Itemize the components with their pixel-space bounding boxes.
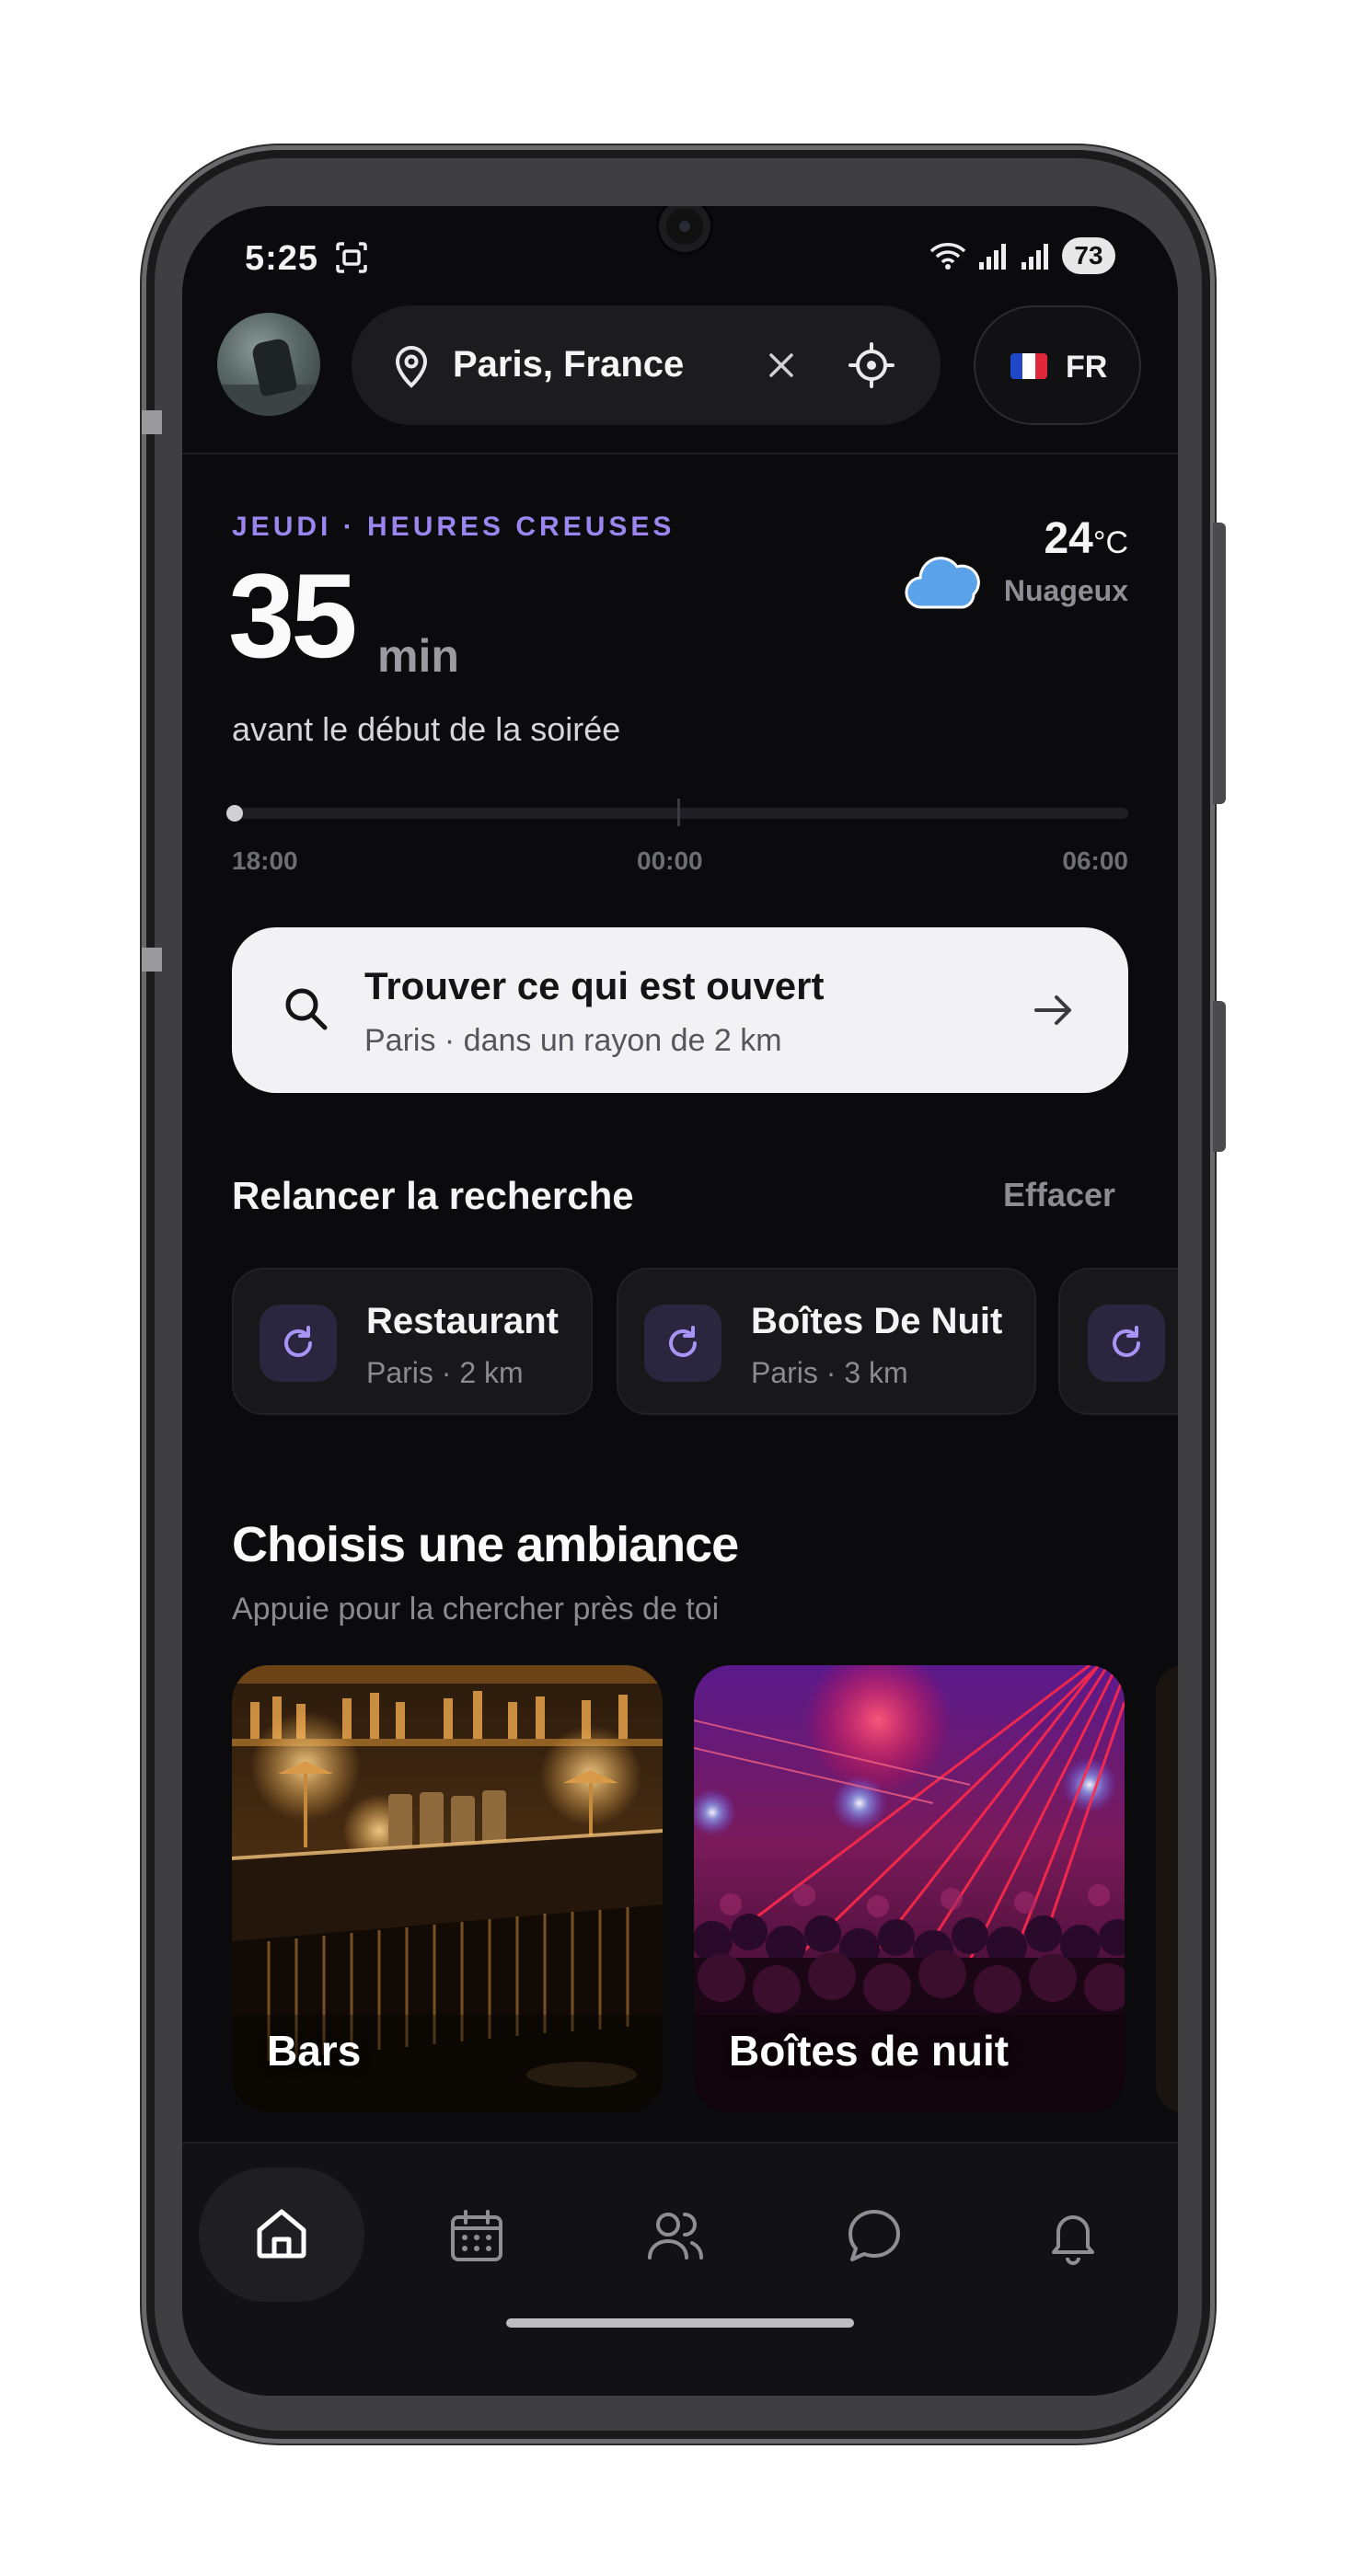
bottom-navigation bbox=[182, 2142, 1178, 2396]
timeline-midnight-tick bbox=[677, 799, 680, 826]
gesture-home-bar[interactable] bbox=[506, 2318, 854, 2328]
arrow-right-icon bbox=[1034, 995, 1071, 1025]
countdown-value: 35 bbox=[228, 548, 358, 683]
location-pin-icon bbox=[395, 346, 428, 388]
cloud-icon bbox=[905, 557, 980, 609]
location-text[interactable]: Paris, France bbox=[453, 344, 684, 385]
ambiance-subtitle: Appuie pour la chercher près de toi bbox=[232, 1592, 720, 1627]
search-icon bbox=[285, 988, 328, 1030]
crosshair-icon[interactable] bbox=[848, 342, 895, 388]
bell-icon[interactable] bbox=[1044, 2206, 1102, 2265]
signal-icon bbox=[979, 244, 1006, 270]
chip-subtitle: Paris · 3 km bbox=[751, 1356, 908, 1389]
header-divider bbox=[182, 453, 1178, 454]
ambiance-card-partial[interactable] bbox=[1156, 1665, 1178, 2112]
recent-search-chip[interactable]: Boîtes De Nuit Paris · 3 km bbox=[617, 1268, 1036, 1415]
avatar[interactable] bbox=[217, 313, 320, 416]
chip-subtitle: Paris · 2 km bbox=[366, 1356, 524, 1389]
find-open-places-button[interactable]: Trouver ce qui est ouvert Paris · dans u… bbox=[232, 927, 1128, 1093]
screenshot-icon bbox=[336, 242, 367, 273]
refresh-icon bbox=[260, 1305, 337, 1382]
app-screen: 5:25 73 Paris, France FR JEUDI · HEURES … bbox=[182, 206, 1178, 2396]
language-selector[interactable]: FR bbox=[974, 305, 1141, 425]
ambiance-card-bars[interactable]: Bars bbox=[232, 1665, 663, 2112]
timeline-progress-dot bbox=[226, 805, 243, 822]
language-label: FR bbox=[1066, 350, 1108, 385]
timeline-label-end: 06:00 bbox=[1062, 846, 1128, 875]
close-icon[interactable] bbox=[764, 348, 799, 383]
home-icon bbox=[257, 2209, 306, 2259]
phone-side-button bbox=[1213, 1001, 1226, 1152]
status-time: 5:25 bbox=[245, 239, 319, 278]
ambiance-card-nightclubs[interactable]: Boîtes de nuit bbox=[694, 1665, 1125, 2112]
phone-antenna-band bbox=[142, 410, 162, 434]
refresh-icon bbox=[644, 1305, 721, 1382]
countdown-unit: min bbox=[377, 630, 459, 682]
find-subtitle: Paris · dans un rayon de 2 km bbox=[364, 1023, 782, 1058]
weather-condition: Nuageux bbox=[1003, 574, 1128, 607]
calendar-icon[interactable] bbox=[447, 2206, 506, 2265]
chip-title: Restaurant bbox=[366, 1301, 559, 1341]
card-label: Boîtes de nuit bbox=[729, 2027, 1010, 2075]
refresh-icon bbox=[1088, 1305, 1165, 1382]
recent-search-chip[interactable] bbox=[1058, 1268, 1178, 1415]
card-label: Bars bbox=[267, 2027, 362, 2075]
countdown-subtitle: avant le début de la soirée bbox=[232, 710, 621, 748]
temperature: 24°C bbox=[1044, 513, 1128, 564]
location-search-bar[interactable]: Paris, France bbox=[352, 305, 941, 425]
day-period-label: JEUDI · HEURES CREUSES bbox=[232, 512, 675, 542]
timeline-label-start: 18:00 bbox=[232, 846, 298, 875]
wifi-icon bbox=[929, 243, 966, 270]
evening-timeline bbox=[226, 799, 1128, 826]
recent-search-chip[interactable]: Restaurant Paris · 2 km bbox=[232, 1268, 593, 1415]
signal-icon bbox=[1022, 244, 1048, 270]
nav-home-button[interactable] bbox=[199, 2168, 364, 2302]
phone-antenna-band bbox=[142, 948, 162, 972]
recent-searches-title: Relancer la recherche bbox=[232, 1174, 634, 1217]
temperature-unit: °C bbox=[1092, 525, 1128, 560]
chip-title: Boîtes De Nuit bbox=[751, 1301, 1003, 1341]
users-icon[interactable] bbox=[646, 2206, 705, 2265]
ambiance-title: Choisis une ambiance bbox=[232, 1517, 739, 1572]
clear-recent-button[interactable]: Effacer bbox=[1003, 1176, 1115, 1214]
find-title: Trouver ce qui est ouvert bbox=[364, 964, 825, 1007]
front-camera bbox=[659, 206, 710, 252]
chat-icon[interactable] bbox=[845, 2206, 904, 2265]
temperature-value: 24 bbox=[1044, 514, 1093, 563]
battery-icon: 73 bbox=[1062, 237, 1115, 274]
status-icons: 73 bbox=[929, 237, 1115, 274]
france-flag-icon bbox=[1010, 353, 1047, 379]
phone-side-button bbox=[1213, 523, 1226, 804]
timeline-label-mid: 00:00 bbox=[637, 846, 703, 875]
